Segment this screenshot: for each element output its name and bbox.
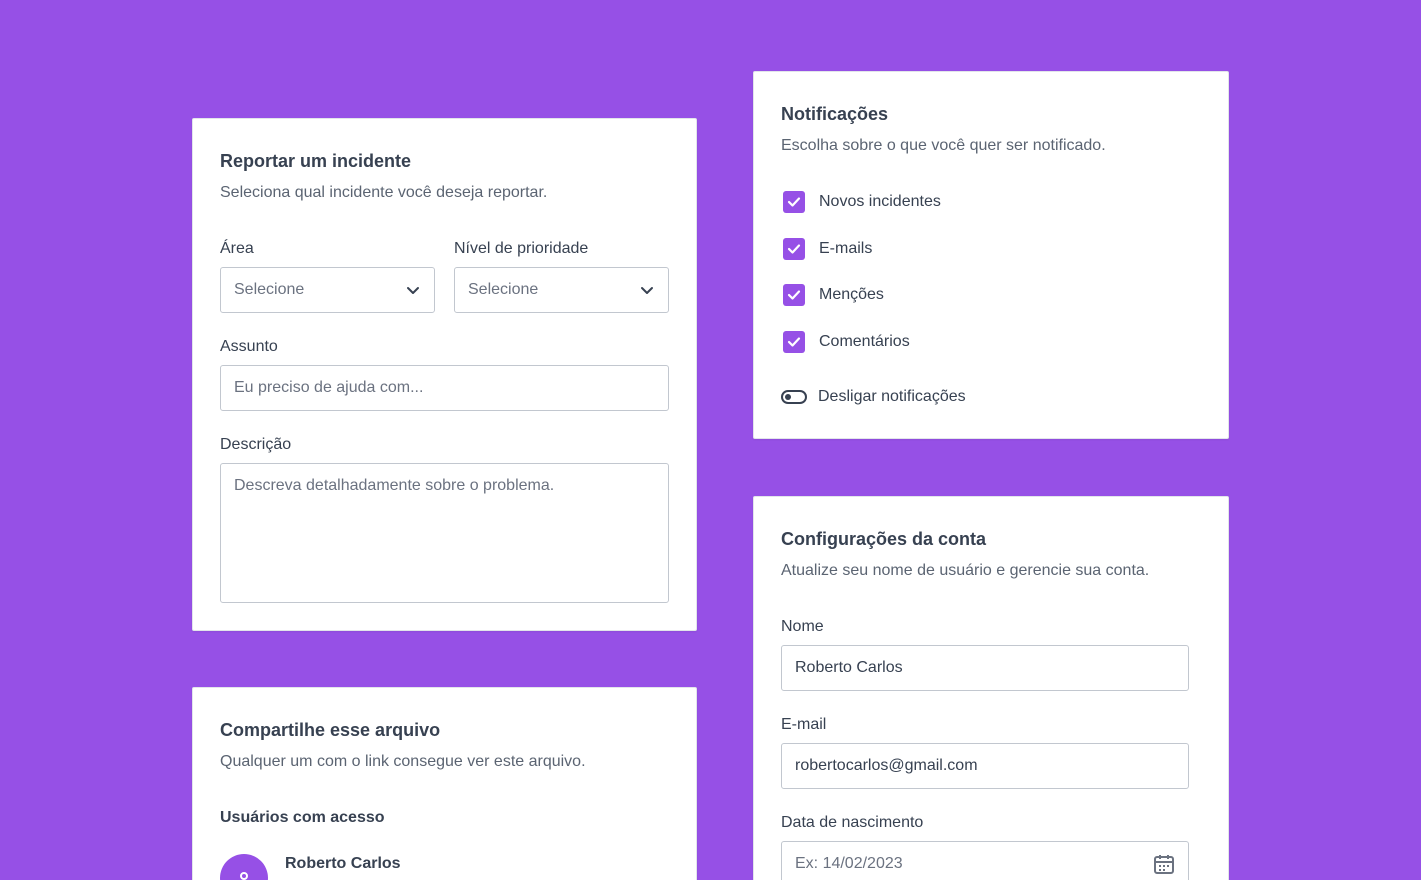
checkbox-checked[interactable]	[783, 238, 805, 260]
notification-option-new-incidents[interactable]: Novos incidentes	[781, 191, 941, 213]
incident-card: Reportar um incidente Seleciona qual inc…	[192, 118, 697, 631]
account-title: Configurações da conta	[781, 529, 987, 549]
name-value: Roberto Carlos	[795, 659, 903, 676]
checkbox-label: E-mails	[819, 240, 873, 257]
toggle-switch[interactable]	[781, 390, 807, 404]
check-icon	[787, 337, 801, 347]
account-card: Configurações da conta Atualize seu nome…	[753, 496, 1229, 880]
user-icon	[240, 872, 248, 880]
account-subtitle: Atualize seu nome de usuário e gerencie …	[781, 562, 1150, 579]
subject-label: Assunto	[220, 338, 278, 355]
notification-option-comments[interactable]: Comentários	[781, 331, 910, 353]
check-icon	[787, 290, 801, 300]
priority-select[interactable]: Selecione	[454, 267, 669, 313]
area-label: Área	[220, 240, 254, 257]
check-icon	[787, 244, 801, 254]
chevron-down-icon	[641, 287, 653, 294]
share-subtitle: Qualquer um com o link consegue ver este…	[220, 753, 586, 770]
email-label: E-mail	[781, 716, 827, 733]
calendar-icon[interactable]	[1153, 853, 1175, 875]
check-icon	[787, 197, 801, 207]
notification-option-emails[interactable]: E-mails	[781, 238, 872, 260]
priority-label: Nível de prioridade	[454, 240, 589, 257]
incident-title: Reportar um incidente	[220, 151, 412, 171]
share-card: Compartilhe esse arquivo Qualquer um com…	[192, 687, 697, 880]
email-field[interactable]: robertocarlos@gmail.com	[781, 743, 1189, 789]
users-with-access-label: Usuários com acesso	[220, 809, 385, 826]
email-value: robertocarlos@gmail.com	[795, 757, 978, 774]
name-label: Nome	[781, 618, 824, 635]
checkbox-label: Menções	[819, 286, 884, 303]
avatar[interactable]	[220, 854, 268, 880]
notification-option-mentions[interactable]: Menções	[781, 284, 884, 306]
checkbox-checked[interactable]	[783, 284, 805, 306]
description-textarea[interactable]	[234, 477, 655, 589]
area-select[interactable]: Selecione	[220, 267, 435, 313]
birth-date-placeholder: Ex: 14/02/2023	[795, 855, 903, 872]
subject-field[interactable]	[220, 365, 669, 411]
checkbox-checked[interactable]	[783, 331, 805, 353]
checkbox-label: Comentários	[819, 333, 910, 350]
chevron-down-icon	[407, 287, 419, 294]
notifications-title: Notificações	[781, 104, 889, 124]
turn-off-notifications-toggle[interactable]: Desligar notificações	[781, 388, 966, 406]
incident-subtitle: Seleciona qual incidente você deseja rep…	[220, 184, 548, 201]
checkbox-label: Novos incidentes	[819, 193, 941, 210]
birth-date-label: Data de nascimento	[781, 814, 924, 831]
notifications-card: Notificações Escolha sobre o que você qu…	[753, 71, 1229, 439]
checkbox-checked[interactable]	[783, 191, 805, 213]
user-name: Roberto Carlos	[285, 855, 401, 872]
description-label: Descrição	[220, 436, 292, 453]
name-field[interactable]: Roberto Carlos	[781, 645, 1189, 691]
birth-date-field[interactable]: Ex: 14/02/2023	[781, 841, 1189, 880]
subject-input[interactable]	[234, 379, 655, 397]
share-title: Compartilhe esse arquivo	[220, 720, 441, 740]
description-field[interactable]	[220, 463, 669, 603]
priority-select-value: Selecione	[468, 281, 539, 298]
notifications-subtitle: Escolha sobre o que você quer ser notifi…	[781, 137, 1106, 154]
area-select-value: Selecione	[234, 281, 305, 298]
toggle-label: Desligar notificações	[818, 388, 966, 405]
